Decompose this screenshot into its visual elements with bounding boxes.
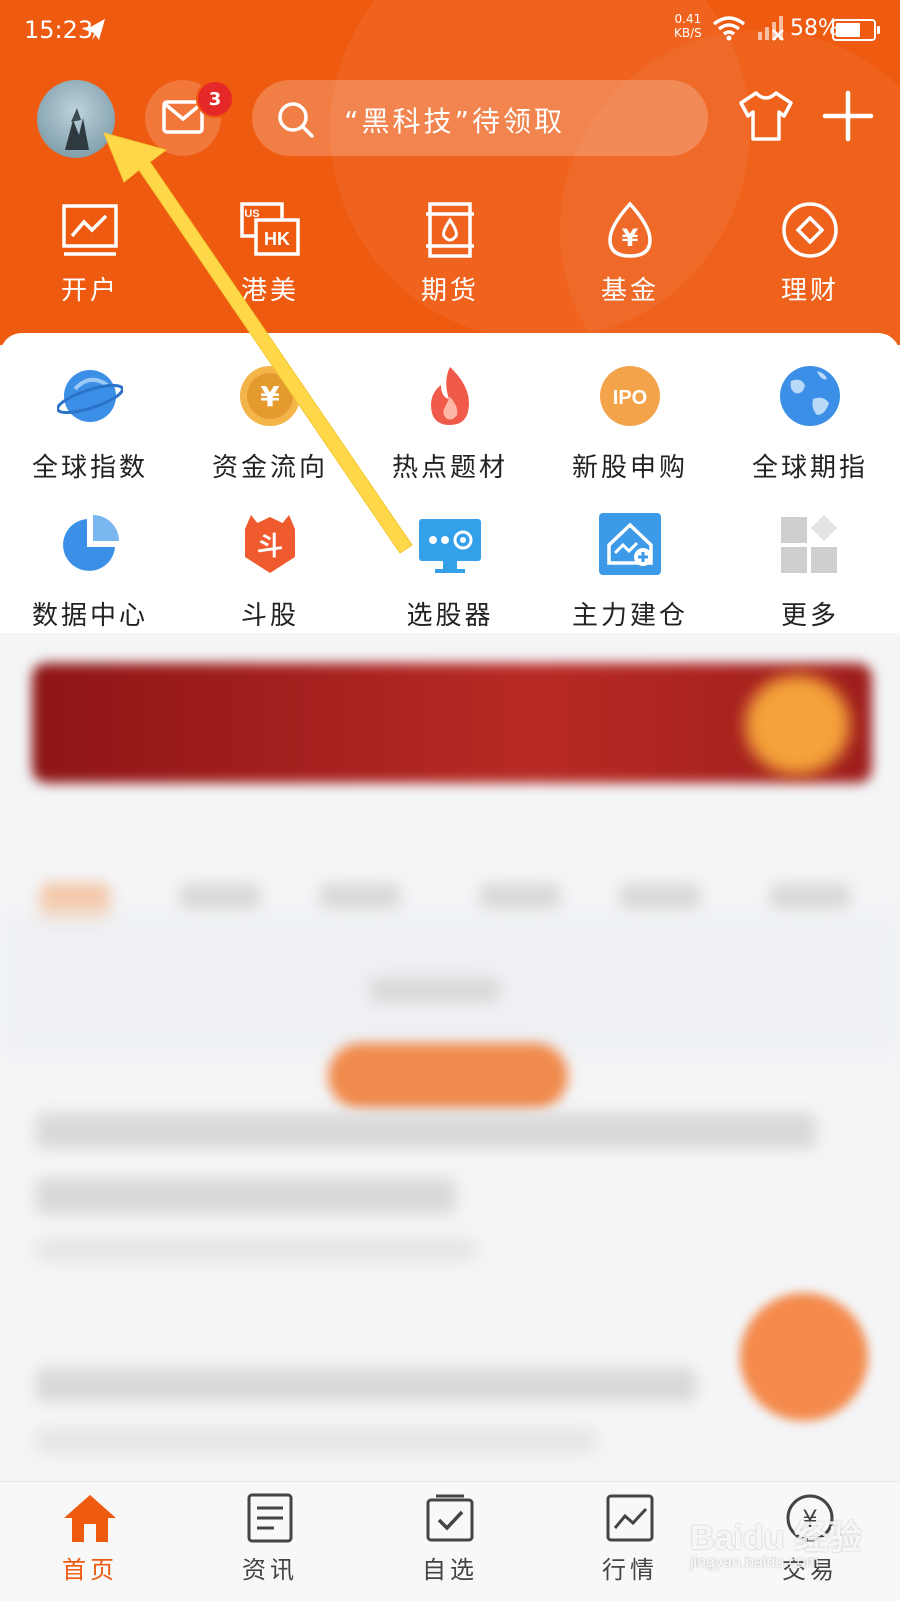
home-icon — [64, 1495, 116, 1542]
planet-icon — [56, 370, 124, 422]
tab-label: 自选 — [422, 1556, 478, 1584]
market-chart-icon — [606, 1494, 654, 1542]
house-chart-icon — [599, 513, 661, 575]
more-grid-icon — [781, 515, 837, 573]
blurred-tab — [180, 883, 260, 913]
top-nav-futures[interactable]: 期货 — [360, 200, 540, 307]
dou-badge-icon: 斗 — [245, 515, 295, 573]
feature-label: 新股申购 — [571, 453, 688, 483]
feature-label: 数据中心 — [31, 601, 148, 631]
oil-barrel-icon — [426, 202, 474, 258]
feature-global-index[interactable]: 全球指数 — [0, 363, 180, 511]
plus-icon[interactable] — [822, 90, 874, 142]
diamond-icon — [782, 202, 838, 258]
blurred-feed — [0, 633, 900, 1481]
feature-row: 全球指数 ¥ 资金流向 热点题材 IPO 新股申购 全球期指 — [0, 363, 900, 511]
blurred-tab — [620, 883, 700, 913]
avatar-image — [65, 108, 89, 150]
ipo-icon-text: IPO — [613, 387, 647, 409]
blurred-text — [36, 1178, 456, 1214]
blurred-button[interactable] — [328, 1043, 568, 1109]
hk-us-icon: HK US — [240, 202, 300, 256]
blurred-tab — [770, 883, 850, 913]
blurred-text — [370, 978, 500, 1002]
tab-home[interactable]: 首页 — [0, 1482, 180, 1601]
net-speed-value: 0.41 — [674, 12, 702, 26]
search-placeholder: “黑科技”待领取 — [344, 105, 566, 138]
chart-monitor-icon — [62, 204, 118, 256]
pie-chart-icon — [63, 515, 119, 571]
feature-label: 斗股 — [240, 601, 299, 631]
net-speed-unit: KB/S — [674, 26, 702, 40]
feature-label: 选股器 — [406, 601, 494, 631]
header: 15:23 0.41 KB/S 58% 3 “黑科技”待领取 开户 HK US … — [0, 0, 900, 345]
feature-label: 全球指数 — [31, 453, 148, 483]
top-nav-hk-us[interactable]: HK US 港美 — [180, 200, 360, 307]
net-speed: 0.41 KB/S — [674, 12, 702, 40]
tab-news[interactable]: 资讯 — [180, 1482, 360, 1601]
feature-capital-flow[interactable]: ¥ 资金流向 — [180, 363, 360, 511]
search-icon — [278, 102, 314, 138]
flame-icon — [431, 367, 469, 425]
money-bag-icon: ¥ — [608, 201, 652, 258]
top-nav-wealth[interactable]: 理财 — [720, 200, 900, 307]
tab-watchlist[interactable]: 自选 — [360, 1482, 540, 1601]
battery-icon — [832, 19, 880, 41]
top-nav-label: 港美 — [240, 276, 299, 306]
tab-label: 首页 — [62, 1556, 118, 1584]
status-bar: 15:23 0.41 KB/S 58% — [0, 0, 900, 62]
promo-coin — [745, 675, 850, 775]
message-badge: 3 — [196, 80, 234, 118]
dou-icon-text: 斗 — [257, 532, 283, 562]
yen-icon-text: ¥ — [622, 224, 639, 252]
skin-shirt-icon[interactable] — [738, 90, 794, 142]
top-nav: 开户 HK US 港美 期货 ¥ 基金 理财 — [0, 200, 900, 307]
telegram-icon — [85, 19, 105, 40]
coin-icon: ¥ — [240, 366, 300, 426]
feature-grid: 全球指数 ¥ 资金流向 热点题材 IPO 新股申购 全球期指 数据中心 斗 斗股… — [0, 363, 900, 659]
us-icon-text: US — [244, 208, 259, 220]
feature-label: 全球期指 — [751, 453, 868, 483]
blurred-text — [36, 1368, 696, 1402]
top-nav-label: 理财 — [780, 276, 839, 306]
feature-hot-topics[interactable]: 热点题材 — [360, 363, 540, 511]
feature-label: 主力建仓 — [571, 601, 688, 631]
globe-icon — [780, 366, 840, 426]
signal-icon — [758, 16, 784, 41]
avatar[interactable] — [37, 80, 115, 158]
watermark-url: jingyan.baidu.com — [690, 1554, 819, 1571]
screener-monitor-icon — [419, 519, 481, 573]
wifi-icon — [712, 16, 746, 41]
feature-ipo-subscription[interactable]: IPO 新股申购 — [540, 363, 720, 511]
ipo-icon: IPO — [600, 366, 660, 426]
top-nav-label: 基金 — [600, 276, 659, 306]
tab-label: 资讯 — [242, 1556, 298, 1584]
feature-label: 资金流向 — [211, 453, 328, 483]
top-nav-label: 开户 — [60, 276, 119, 306]
yen-icon-text: ¥ — [260, 380, 280, 413]
blurred-text — [36, 1238, 476, 1262]
news-icon — [247, 1493, 293, 1543]
top-nav-label: 期货 — [420, 276, 479, 306]
top-nav-fund[interactable]: ¥ 基金 — [540, 200, 720, 307]
top-nav-open-account[interactable]: 开户 — [0, 200, 180, 307]
feature-label: 热点题材 — [391, 453, 508, 483]
blurred-text — [36, 1113, 816, 1149]
feature-label: 更多 — [780, 601, 839, 631]
hk-icon-text: HK — [264, 229, 290, 249]
feature-global-futures-index[interactable]: 全球期指 — [720, 363, 900, 511]
blurred-tab — [480, 883, 560, 913]
checkbox-folder-icon — [426, 1494, 474, 1542]
blurred-tab — [320, 883, 400, 913]
search-bar[interactable]: “黑科技”待领取 — [252, 80, 708, 156]
floating-action-button[interactable] — [740, 1293, 868, 1421]
blurred-text — [36, 1428, 596, 1454]
watermark-brand: Baidu 经验 — [690, 1519, 862, 1557]
